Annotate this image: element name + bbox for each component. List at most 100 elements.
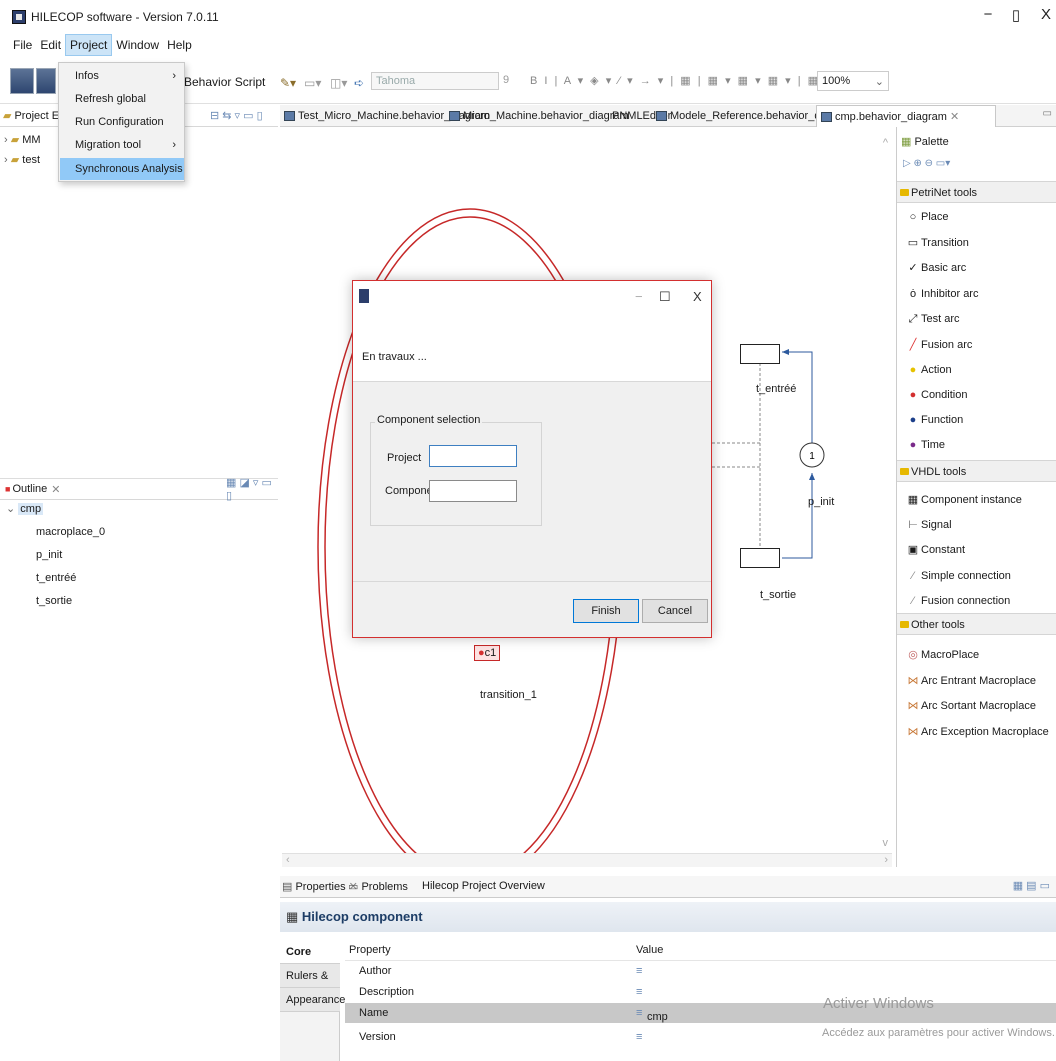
font-select[interactable]: Tahoma [371,72,499,90]
tree-item-test[interactable]: › ▰ test [4,150,40,170]
property-row-name[interactable]: Name ≡ cmp [345,1003,1056,1023]
menu-item-synchronous-analysis[interactable]: Synchronous Analysis [60,158,184,180]
palette-section-petrinet[interactable]: PetriNet tools [897,181,1056,203]
macroplace-icon: ◎ [908,649,918,661]
palette-tools[interactable]: ▷ ⊕ ⊖ ▭▾ [903,158,950,169]
properties-toolbar-icon[interactable]: ▦ ▤ ▭ [1013,879,1050,892]
outline-item[interactable]: t_entréé [36,568,76,588]
menu-item-refresh-global[interactable]: Refresh global [60,88,184,110]
view-menu-icon[interactable]: ⊟ ⇆ ▿ ▭ ▯ [210,109,263,122]
palette-item-macroplace[interactable]: ◎ MacroPlace [907,645,979,665]
minimize-button[interactable]: − [974,6,1002,23]
divider [353,381,711,382]
function-icon: ● [909,414,917,426]
scroll-up-icon[interactable]: ^ [883,137,888,149]
maximize-button[interactable]: ▯ [1002,6,1030,24]
close-tab-icon[interactable]: ✕ [51,483,60,496]
menu-file[interactable]: File [9,34,36,56]
menu-help[interactable]: Help [163,34,196,56]
arc-p-init-to-t-entree[interactable] [782,351,813,457]
horizontal-scrollbar[interactable]: ‹ › [282,853,892,867]
palette-item-arc-sortant[interactable]: ⋈ Arc Sortant Macroplace [907,696,1036,716]
palette-item-condition[interactable]: ● Condition [907,385,968,405]
arc-t-sortie-to-p-init[interactable] [782,473,813,559]
text-value-icon: ≡ [636,965,643,977]
scroll-down-icon[interactable]: v [883,837,889,849]
side-tab-rulers-grid[interactable]: Rulers & Grid [280,964,340,1006]
palette-item-arc-entrant[interactable]: ⋈ Arc Entrant Macroplace [907,671,1036,691]
outline-tab[interactable]: ■ Outline ✕ ▦ ◪ ▿ ▭ ▯ [0,476,278,502]
group-title: Component selection [375,414,483,426]
outline-item[interactable]: macroplace_0 [36,522,105,542]
property-row-description[interactable]: Description ≡ [345,982,1056,1002]
dialog-minimize-button[interactable]: − [635,289,643,304]
diagram-icon [656,111,667,121]
palette-item-place[interactable]: ○ Place [907,207,949,227]
fill-color-icon[interactable]: ✎▾ [280,76,296,90]
close-button[interactable]: X [1036,6,1056,23]
outline-item[interactable]: t_sortie [36,591,72,611]
scroll-left-icon[interactable]: ‹ [286,854,290,866]
dialog-maximize-button[interactable]: ☐ [659,289,671,305]
tab-properties[interactable]: ▤ Properties ✕ [282,880,358,893]
palette-item-signal[interactable]: ⊢ Signal [907,515,951,535]
palette-item-inhibitor-arc[interactable]: ȯ Inhibitor arc [907,284,979,304]
cancel-button[interactable]: Cancel [642,599,708,623]
transition-t-sortie[interactable] [740,548,780,568]
palette-item-fusion-connection[interactable]: ⁄ Fusion connection [907,591,1010,611]
menu-item-run-configuration[interactable]: Run Configuration [60,111,184,133]
simple-connection-icon: ⁄ [912,570,914,582]
palette-item-arc-exception[interactable]: ⋈ Arc Exception Macroplace [907,722,1049,742]
tree-item-mm[interactable]: › ▰ MM [4,130,41,150]
palette-item-action[interactable]: ● Action [907,360,952,380]
palette-item-simple-connection[interactable]: ⁄ Simple connection [907,566,1011,586]
arrow-icon[interactable]: ➪ [354,76,364,90]
font-size-select[interactable]: 9 [503,72,525,90]
text-value-icon: ≡ [636,1007,643,1019]
menu-item-migration-tool[interactable]: Migration tool › [60,134,184,156]
side-tab-core[interactable]: Core [280,940,340,964]
menu-item-infos[interactable]: Infos › [60,65,184,87]
transition-t-entree[interactable] [740,344,780,364]
palette-item-basic-arc[interactable]: ✓ Basic arc [907,258,966,278]
condition-c1[interactable]: ●c1 [474,645,501,661]
menu-edit[interactable]: Edit [36,34,65,56]
tab-cmp-behavior-diagram[interactable]: cmp.behavior_diagram ✕ [816,105,996,127]
palette-item-transition[interactable]: ▭ Transition [907,233,969,253]
palette-item-fusion-arc[interactable]: ╱ Fusion arc [907,335,973,355]
constant-icon: ▣ [907,544,919,556]
dialog-close-button[interactable]: X [693,289,702,304]
zoom-select[interactable]: 100% ⌄ [817,71,889,91]
palette-item-test-arc[interactable]: ⤢ Test arc [907,309,960,329]
finish-button[interactable]: Finish [573,599,639,623]
outline-item[interactable]: p_init [36,545,62,565]
side-tab-appearance[interactable]: Appearance [280,988,345,1012]
hilecop-icon[interactable] [10,68,34,94]
menu-window[interactable]: Window [112,34,163,56]
palette-item-component-instance[interactable]: ▦ Component instance [907,490,1022,510]
palette-section-other[interactable]: Other tools [897,613,1056,635]
component-icon[interactable] [36,68,56,94]
palette-item-function[interactable]: ● Function [907,410,964,430]
tab-hilecop-project-overview[interactable]: Hilecop Project Overview [422,880,545,892]
close-tab-icon[interactable]: ✕ [950,111,959,123]
line-color-icon[interactable]: ▭▾ [304,76,321,90]
property-row-author[interactable]: Author ≡ [345,960,1056,980]
app-icon [359,289,369,303]
palette-item-constant[interactable]: ▣ Constant [907,540,965,560]
line-style-icon[interactable]: ◫▾ [330,76,347,90]
outline-root-cmp[interactable]: ⌄ cmp [6,499,44,519]
properties-icon: ▤ [282,881,293,893]
palette-item-time[interactable]: ● Time [907,435,945,455]
outline-toolbar-icon[interactable]: ▦ ◪ ▿ ▭ ▯ [226,476,278,502]
palette-section-vhdl[interactable]: VHDL tools [897,460,1056,482]
window-title: HILECOP software - Version 7.0.11 [31,10,219,24]
component-input[interactable] [429,480,517,502]
behavior-script-button[interactable]: Behavior Script [184,75,265,89]
view-minimize-icon[interactable]: ▭ [1043,108,1052,119]
tab-problems[interactable]: ▭ Problems [348,880,408,893]
project-input[interactable] [429,445,517,467]
menu-project[interactable]: Project [65,34,113,56]
diagram-icon [449,111,460,121]
scroll-right-icon[interactable]: › [884,854,888,866]
